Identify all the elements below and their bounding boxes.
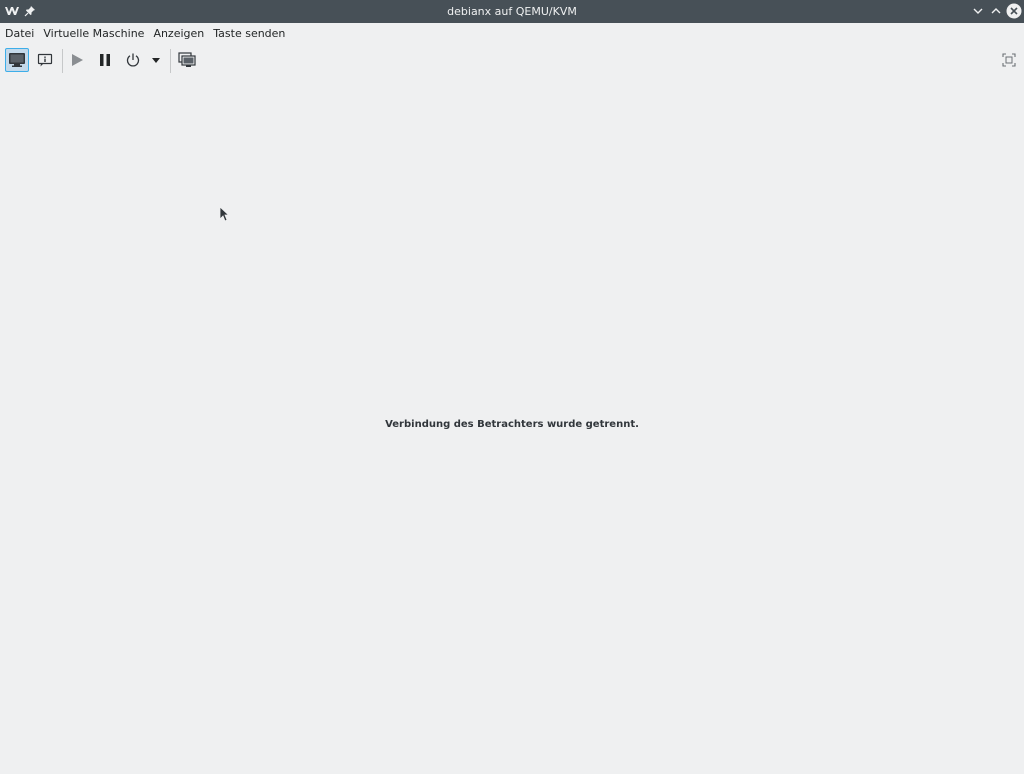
show-console-button[interactable] bbox=[5, 48, 29, 72]
toolbar-separator bbox=[62, 49, 63, 73]
menu-anzeigen[interactable]: Anzeigen bbox=[149, 24, 208, 44]
window-title: debianx auf QEMU/KVM bbox=[447, 5, 577, 18]
close-button[interactable] bbox=[1006, 3, 1022, 19]
toolbar-separator bbox=[170, 49, 171, 73]
snapshots-icon bbox=[178, 52, 196, 67]
play-icon bbox=[72, 54, 83, 66]
details-icon bbox=[37, 53, 53, 67]
console-area[interactable]: Verbindung des Betrachters wurde getrenn… bbox=[0, 78, 1024, 774]
menu-taste-senden[interactable]: Taste senden bbox=[209, 24, 289, 44]
maximize-button[interactable] bbox=[988, 3, 1004, 19]
fullscreen-icon bbox=[1002, 53, 1016, 67]
menu-virtuelle-maschine[interactable]: Virtuelle Maschine bbox=[39, 24, 148, 44]
show-details-button[interactable] bbox=[33, 48, 57, 72]
power-icon bbox=[126, 53, 140, 67]
title-bar[interactable]: debianx auf QEMU/KVM bbox=[0, 0, 1024, 23]
run-button[interactable] bbox=[65, 48, 89, 72]
virt-manager-logo-icon[interactable] bbox=[4, 4, 20, 18]
menu-bar: Datei Virtuelle Maschine Anzeigen Taste … bbox=[0, 23, 1024, 45]
toolbar bbox=[0, 46, 1024, 76]
manage-snapshots-button[interactable] bbox=[175, 48, 199, 72]
virt-viewer-window: debianx auf QEMU/KVM Datei Virtuelle Mas… bbox=[0, 0, 1024, 774]
pin-icon[interactable] bbox=[24, 5, 36, 17]
minimize-button[interactable] bbox=[970, 3, 986, 19]
menu-datei[interactable]: Datei bbox=[1, 24, 38, 44]
mouse-cursor-icon bbox=[219, 206, 229, 222]
shutdown-button[interactable] bbox=[121, 48, 145, 72]
pause-button[interactable] bbox=[93, 48, 117, 72]
monitor-icon bbox=[9, 53, 25, 67]
disconnected-message: Verbindung des Betrachters wurde getrenn… bbox=[385, 419, 639, 430]
shutdown-menu-button[interactable] bbox=[145, 48, 167, 72]
fullscreen-button[interactable] bbox=[997, 48, 1021, 72]
pause-icon bbox=[100, 54, 110, 66]
chevron-down-icon bbox=[152, 58, 160, 63]
